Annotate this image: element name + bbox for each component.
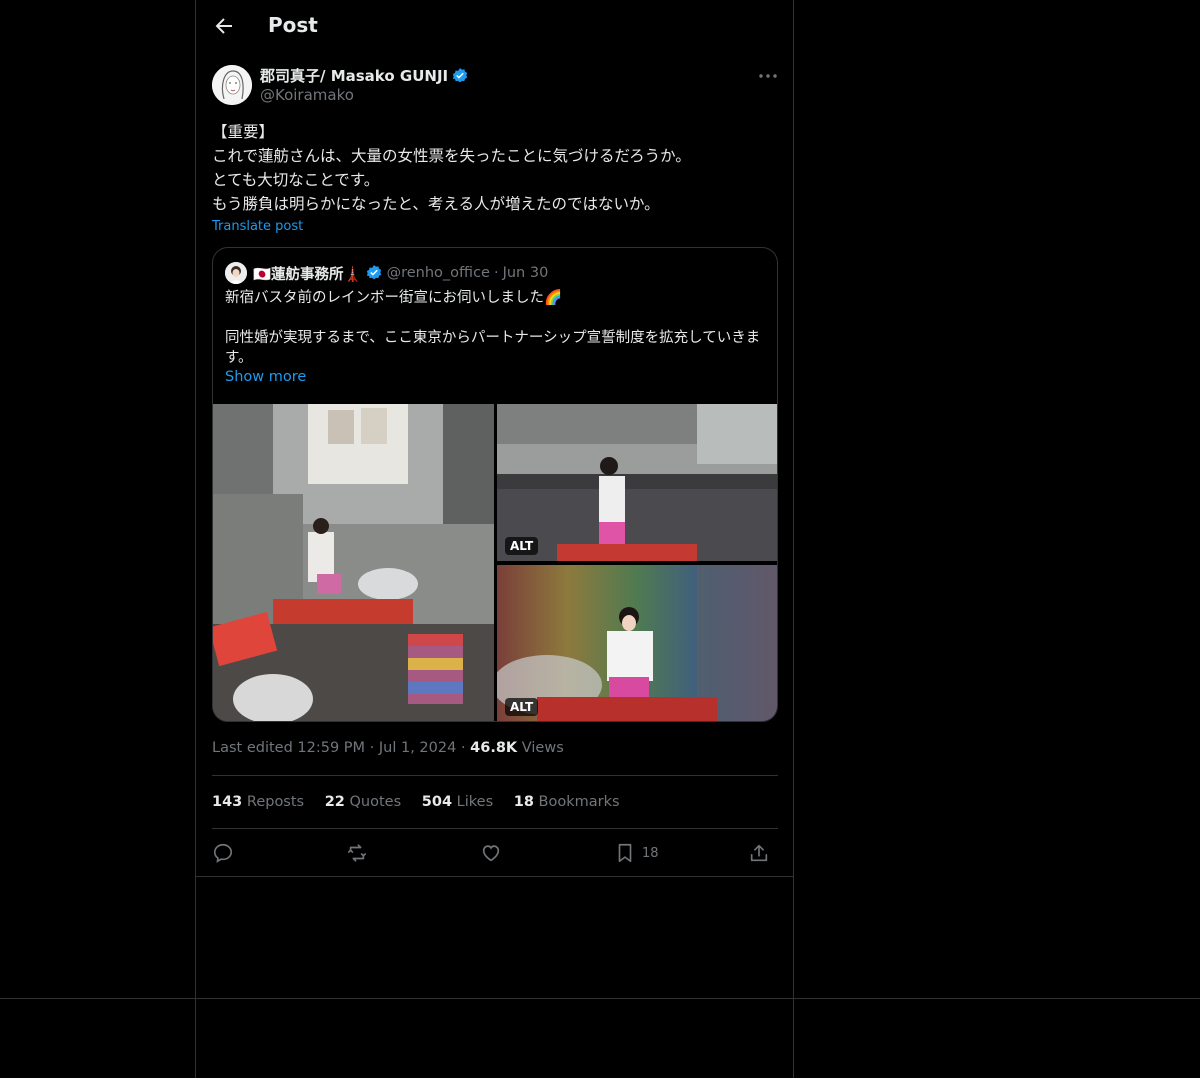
likes-count: 504	[421, 794, 453, 810]
author-name-text: 郡司真子/ Masako GUNJI	[260, 67, 449, 85]
more-horizontal-icon	[759, 74, 777, 78]
author-handle[interactable]: @Koiramako	[260, 86, 354, 104]
bookmarks-stat[interactable]: 18 Bookmarks	[514, 794, 620, 810]
meta-separator: ·	[460, 740, 471, 756]
bookmarks-label: Bookmarks	[538, 794, 620, 810]
post-line: これで蓮舫さんは、大量の女性票を失ったことに気づけるだろうか。	[212, 147, 691, 165]
page-title: Post	[268, 13, 318, 37]
divider	[196, 876, 793, 877]
post-line: とても大切なことです。	[212, 171, 380, 189]
quote-avatar-image	[225, 262, 247, 284]
quotes-label: Quotes	[349, 794, 402, 810]
translate-post-link[interactable]: Translate post	[212, 219, 303, 234]
reposts-count: 143	[212, 794, 243, 810]
media-photo[interactable]: ALT	[497, 565, 777, 721]
quote-blank-line	[225, 308, 770, 328]
photo-rally-wide	[213, 404, 494, 721]
action-bar: 18	[212, 840, 778, 868]
post-line: 【重要】	[212, 123, 275, 141]
post-date[interactable]: Jul 1, 2024	[379, 740, 456, 756]
photo-speaker	[497, 565, 777, 721]
reposts-stat[interactable]: 143 Reposts	[212, 794, 304, 810]
quote-line: 同性婚が実現するまで、ここ東京からパートナーシップ宣誓制度を拡充していきます。	[225, 330, 761, 366]
like-button[interactable]	[480, 842, 502, 864]
quote-date-separator: ·	[493, 265, 499, 281]
repost-icon	[347, 844, 367, 862]
divider	[212, 775, 778, 776]
divider	[212, 828, 778, 829]
back-button[interactable]	[212, 14, 236, 38]
post-stats: 143 Reposts 22 Quotes 504 Likes 18 Bookm…	[212, 794, 636, 810]
quoted-post[interactable]: 🇯🇵蓮舫事務所🗼 @renho_office · Jun 30 新宿バスタ前のレ…	[212, 247, 778, 722]
likes-label: Likes	[456, 794, 494, 810]
quote-author-handle: @renho_office	[386, 265, 490, 281]
reply-button[interactable]	[212, 842, 234, 864]
author-name[interactable]: 郡司真子/ Masako GUNJI	[260, 65, 469, 86]
heart-icon	[482, 845, 500, 862]
alt-badge[interactable]: ALT	[505, 537, 539, 555]
main-column: Post 郡司真子/ Masako GUNJI @Koiramako 【重要】 …	[195, 0, 794, 1078]
reposts-label: Reposts	[246, 794, 305, 810]
alt-badge[interactable]: ALT	[505, 698, 539, 716]
media-photo[interactable]: ALT	[497, 404, 777, 561]
likes-stat[interactable]: 504 Likes	[422, 794, 493, 810]
media-grid: ALT ALT	[213, 404, 777, 721]
verified-badge-icon	[366, 265, 381, 280]
bookmarks-count: 18	[513, 794, 534, 810]
quote-line: 新宿バスタ前のレインボー街宣にお伺いしました🌈	[225, 290, 563, 306]
quotes-stat[interactable]: 22 Quotes	[325, 794, 401, 810]
post-text: 【重要】 これで蓮舫さんは、大量の女性票を失ったことに気づけるだろうか。 とても…	[212, 120, 777, 216]
quote-header: 🇯🇵蓮舫事務所🗼 @renho_office · Jun 30	[225, 262, 548, 284]
bookmark-icon	[618, 843, 632, 863]
last-edited[interactable]: Last edited 12:59 PM	[212, 740, 365, 756]
avatar-illustration	[212, 65, 252, 105]
verified-badge-icon	[452, 67, 468, 82]
post-line: もう勝負は明らかになったと、考える人が増えたのではないか。	[212, 195, 660, 213]
show-more-link[interactable]: Show more	[225, 369, 306, 385]
post-meta: Last edited 12:59 PM · Jul 1, 2024 · 46.…	[212, 740, 564, 756]
bookmark-count: 18	[642, 845, 659, 861]
repost-button[interactable]	[346, 842, 368, 864]
page-header: Post	[196, 0, 793, 54]
quote-text: 新宿バスタ前のレインボー街宣にお伺いしました🌈 同性婚が実現するまで、ここ東京か…	[225, 288, 770, 368]
reply-icon	[213, 843, 233, 863]
share-button[interactable]	[748, 842, 770, 864]
views-count: 46.8K	[470, 740, 518, 756]
quotes-count: 22	[324, 794, 345, 810]
quote-avatar[interactable]	[225, 262, 247, 284]
media-photo[interactable]	[213, 404, 494, 721]
views-label: Views	[521, 740, 564, 756]
arrow-left-icon	[215, 18, 232, 34]
more-options-button[interactable]	[756, 64, 780, 88]
quote-date: Jun 30	[502, 265, 549, 281]
share-icon	[750, 844, 768, 862]
bookmark-button[interactable]: 18	[614, 842, 659, 864]
photo-crowd	[497, 404, 777, 561]
meta-separator: ·	[369, 740, 379, 756]
quote-author-name: 🇯🇵蓮舫事務所🗼	[253, 266, 362, 283]
author-avatar[interactable]	[212, 65, 252, 105]
